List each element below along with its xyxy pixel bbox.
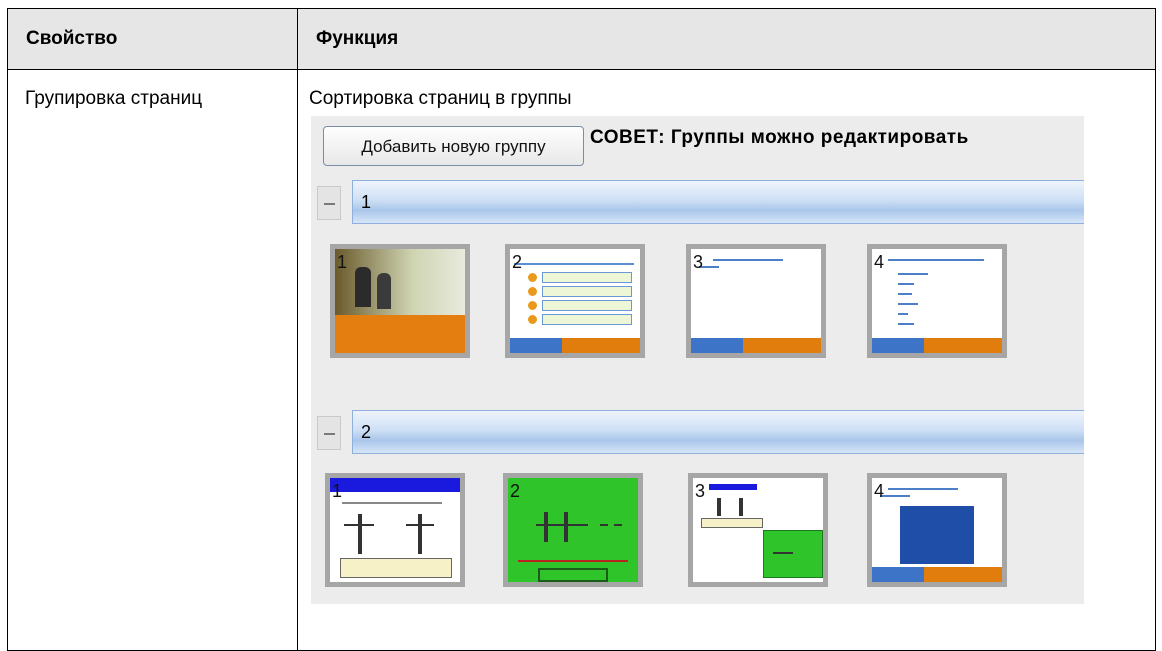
thumbnail-number: 3 xyxy=(695,481,706,501)
tip-text: СОВЕТ: Группы можно редактировать xyxy=(590,127,969,148)
add-group-button[interactable]: Добавить новую группу xyxy=(323,126,584,166)
group-header-1[interactable]: 1 xyxy=(317,180,1084,224)
property-cell: Групировка страниц xyxy=(7,69,298,651)
page-thumbnail[interactable]: 2 xyxy=(503,473,643,587)
group-header-2[interactable]: 2 xyxy=(317,410,1084,454)
page-sorter-screenshot: Добавить новую группу СОВЕТ: Группы можн… xyxy=(311,116,1084,604)
property-text: Групировка страниц xyxy=(25,88,203,109)
collapse-icon[interactable] xyxy=(317,416,341,450)
header-property-label: Свойство xyxy=(26,28,118,49)
table-header-row: Свойство Функция xyxy=(7,8,1156,70)
page-thumbnail[interactable]: 4 xyxy=(867,473,1007,587)
page-thumbnail[interactable]: 1 xyxy=(330,244,470,358)
thumbnail-number: 2 xyxy=(512,252,523,272)
group-name-field[interactable]: 2 xyxy=(352,410,1084,454)
thumbnail-number: 2 xyxy=(510,481,521,501)
thumbnail-number: 4 xyxy=(874,481,885,501)
header-function: Функция xyxy=(297,8,1156,70)
header-function-label: Функция xyxy=(316,28,399,49)
page-thumbnail[interactable]: 3 xyxy=(686,244,826,358)
page-thumbnail[interactable]: 3 xyxy=(688,473,828,587)
page-thumbnail[interactable]: 1 xyxy=(325,473,465,587)
page-thumbnail[interactable]: 2 xyxy=(505,244,645,358)
group-label: 2 xyxy=(361,422,372,442)
thumbnail-number: 4 xyxy=(874,252,885,272)
thumbnail-number: 1 xyxy=(337,252,348,272)
function-text: Сортировка страниц в группы xyxy=(309,88,572,109)
group-name-field[interactable]: 1 xyxy=(352,180,1084,224)
header-property: Свойство xyxy=(7,8,298,70)
collapse-icon[interactable] xyxy=(317,186,341,220)
group-label: 1 xyxy=(361,192,372,212)
thumbnail-number: 1 xyxy=(332,481,343,501)
thumbnail-number: 3 xyxy=(693,252,704,272)
page-thumbnail[interactable]: 4 xyxy=(867,244,1007,358)
